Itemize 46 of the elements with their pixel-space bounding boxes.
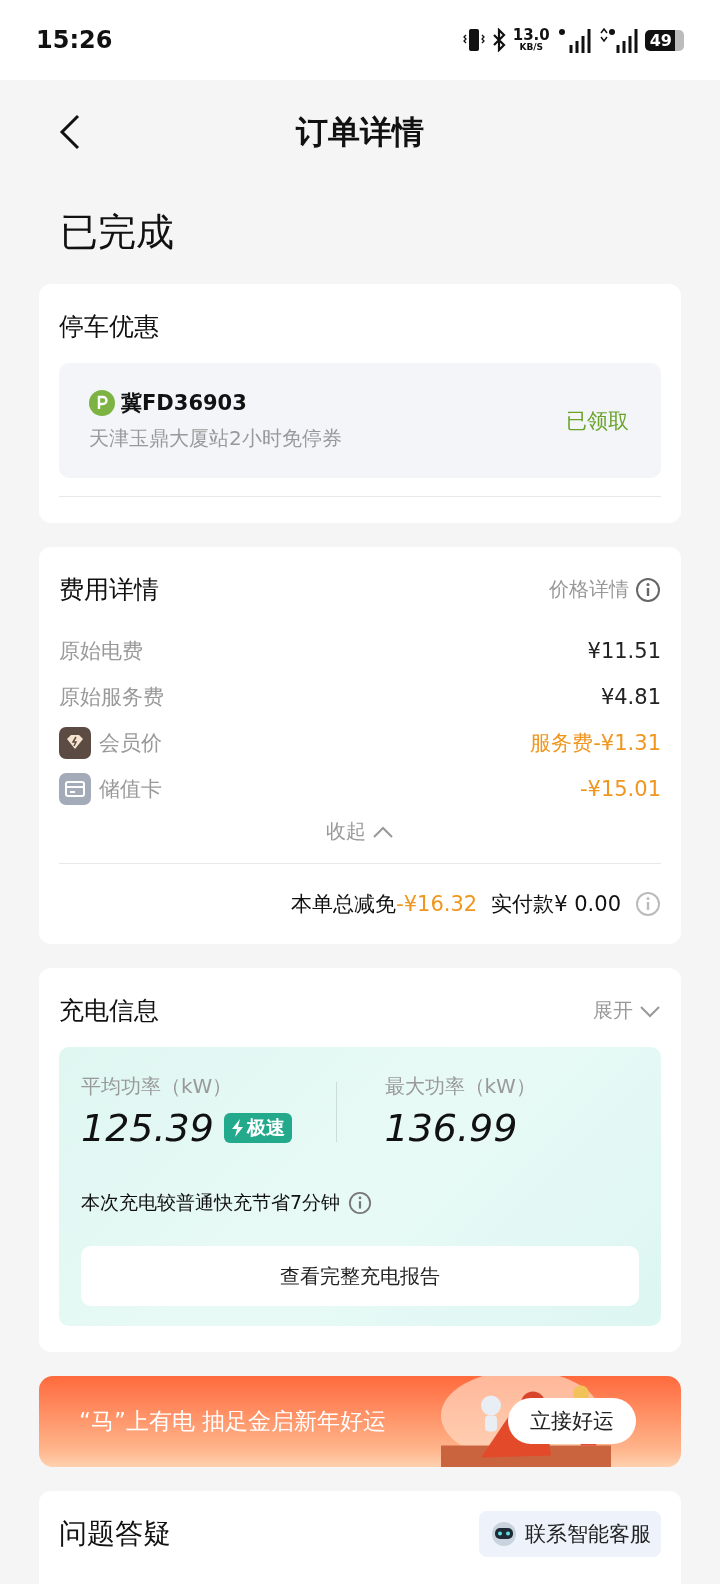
speed-badge: 极速 (223, 1113, 292, 1143)
info-icon (635, 576, 661, 603)
battery-indicator: 49 (644, 29, 684, 51)
license-plate: 冀FD36903 (121, 390, 247, 417)
fee-value: 服务费-¥1.31 (530, 730, 661, 757)
fee-label: 原始电费 (59, 638, 143, 665)
signal-icon (597, 27, 638, 53)
signal-icon (556, 27, 591, 53)
stat-label: 最大功率（kW） (384, 1073, 537, 1100)
section-title: 停车优惠 (59, 311, 160, 343)
robot-icon (489, 1519, 519, 1549)
info-icon[interactable] (348, 1191, 373, 1215)
report-button[interactable]: 查看完整充电报告 (81, 1246, 639, 1306)
stat-label: 平均功率（kW） (81, 1073, 234, 1100)
time-saved-note: 本次充电较普通快充节省7分钟 (81, 1190, 341, 1215)
promo-banner[interactable]: “马”上有电 抽足金启新年好运 立接好运 (39, 1376, 681, 1467)
page-title: 订单详情 (296, 111, 424, 153)
bluetooth-icon (491, 28, 506, 52)
customer-service-button[interactable]: 联系智能客服 (479, 1511, 661, 1557)
fee-label: 会员价 (99, 730, 162, 757)
card-icon (59, 773, 91, 805)
fee-label: 原始服务费 (59, 684, 164, 711)
fee-value: ¥4.81 (600, 685, 661, 709)
order-status: 已完成 (59, 209, 175, 256)
stat-value: 136.99 (384, 1106, 518, 1150)
fee-label: 储值卡 (99, 776, 162, 803)
claim-button[interactable]: 立接好运 (508, 1398, 636, 1444)
stat-value: 125.39 (81, 1106, 214, 1150)
back-icon[interactable] (58, 114, 82, 150)
chevron-icon (372, 824, 394, 839)
section-title: 充电信息 (59, 995, 159, 1027)
network-speed: 13.0 (512, 28, 550, 43)
fee-value: -¥15.01 (579, 777, 661, 801)
chevron-icon (639, 1003, 661, 1018)
speed-unit: KB/S (519, 43, 544, 52)
amount-paid: 实付款¥ 0.00 (491, 891, 621, 918)
coupon-status: 已领取 (566, 407, 629, 435)
section-title: 问题答疑 (59, 1516, 171, 1552)
fee-value: ¥11.51 (587, 639, 661, 663)
vibrate-icon (462, 28, 485, 52)
banner-text: “马”上有电 抽足金启新年好运 (79, 1407, 387, 1436)
section-title: 费用详情 (59, 574, 159, 606)
coupon-description: 天津玉鼎大厦站2小时免停券 (89, 425, 342, 452)
parking-icon (89, 390, 115, 416)
total-discount: 本单总减免-¥16.32 (291, 891, 478, 918)
status-time: 15:26 (36, 26, 113, 54)
